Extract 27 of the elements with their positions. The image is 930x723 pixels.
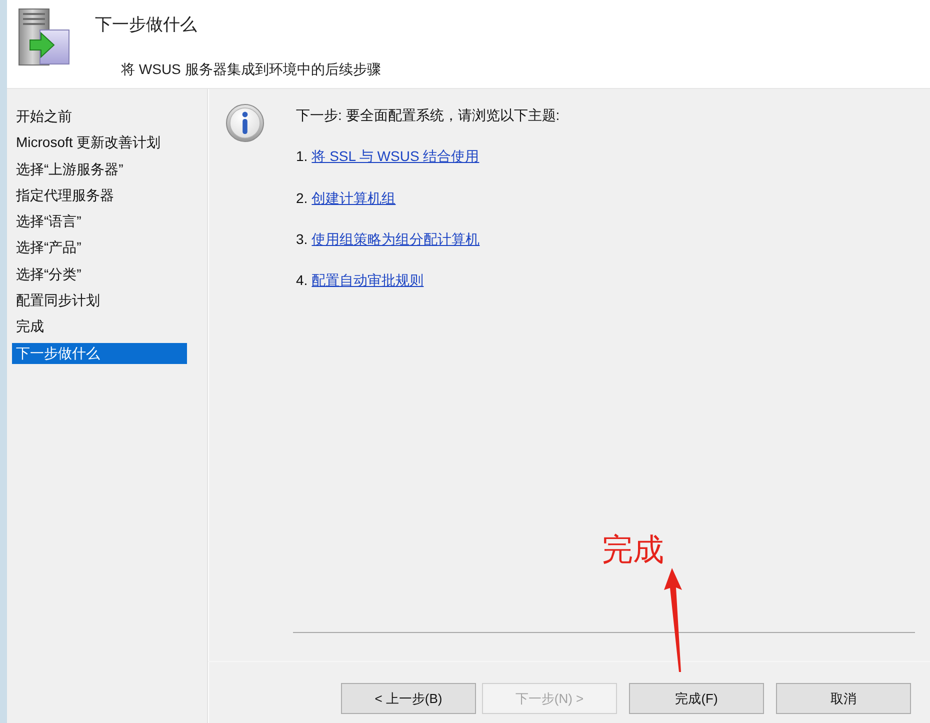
server-arrow-icon <box>18 8 70 66</box>
wizard-step-item[interactable]: 下一步做什么 <box>12 342 187 364</box>
wizard-step-item[interactable]: 开始之前 <box>12 106 187 127</box>
topic-link[interactable]: 创建计算机组 <box>312 188 396 208</box>
intro-text: 下一步: 要全面配置系统，请浏览以下主题: <box>296 106 560 125</box>
wizard-title: 下一步做什么 <box>95 14 198 36</box>
topic-link[interactable]: 使用组策略为组分配计算机 <box>312 228 480 249</box>
topic-number: 3. <box>296 230 308 249</box>
wizard-step-item[interactable]: 选择“分类” <box>12 264 187 285</box>
wizard-button[interactable]: 取消 <box>776 683 911 714</box>
wizard-step-item[interactable]: 指定代理服务器 <box>12 184 187 206</box>
wizard-subtitle: 将 WSUS 服务器集成到环境中的后续步骤 <box>121 60 381 79</box>
topic-number: 1. <box>296 147 308 166</box>
wizard-step-item[interactable]: 选择“语言” <box>12 211 187 232</box>
info-icon <box>226 104 264 142</box>
wizard-button[interactable]: 完成(F) <box>629 683 764 714</box>
wizard-step-item[interactable]: 完成 <box>12 316 187 338</box>
topic-number: 2. <box>296 188 308 208</box>
wizard-step-item[interactable]: Microsoft 更新改善计划 <box>12 132 187 154</box>
topic-number: 4. <box>296 271 308 290</box>
annotation-text: 完成 <box>602 531 664 569</box>
wizard-step-item[interactable]: 选择“上游服务器” <box>12 158 187 180</box>
wizard-step-item[interactable]: 配置同步计划 <box>12 290 187 312</box>
wizard-button[interactable]: < 上一步(B) <box>341 683 476 714</box>
topic-link[interactable]: 将 SSL 与 WSUS 结合使用 <box>312 146 480 166</box>
topic-link[interactable]: 配置自动审批规则 <box>312 270 424 290</box>
wizard-step-item[interactable]: 选择“产品” <box>12 237 187 258</box>
